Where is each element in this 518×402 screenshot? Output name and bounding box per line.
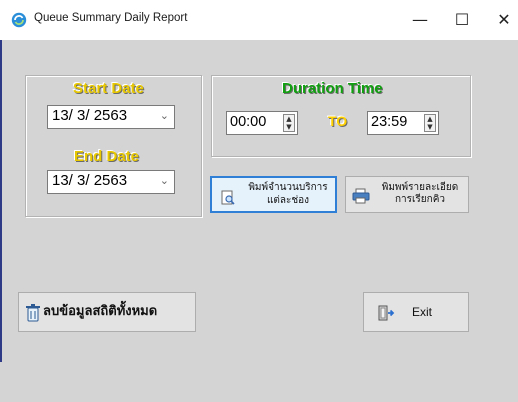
clear-all-statistics-button[interactable]: ลบข้อมูลสถิติทั้งหมด [18,292,196,332]
maximize-button[interactable]: ☐ [444,6,480,34]
end-date-label: End Date [74,148,140,165]
to-time-value: 23:59 [371,114,408,130]
window-left-border [0,40,2,362]
exit-label: Exit [412,305,433,319]
print-call-detail-button[interactable]: พิมพพ์รายละเอียด การเรียกคิว [345,176,469,213]
print-preview-icon [221,190,235,205]
spin-buttons[interactable]: ▲ ▼ [283,114,295,132]
print-call-detail-label-line1: พิมพพ์รายละเอียด [381,182,459,193]
printer-icon [352,188,370,204]
spin-down-icon[interactable]: ▼ [425,123,435,131]
window-title: Queue Summary Daily Report [34,12,188,24]
print-per-channel-label-line1: พิมพ์จำนวนบริการ [248,182,328,193]
spin-buttons[interactable]: ▲ ▼ [424,114,436,132]
chevron-down-icon[interactable]: ⌄ [160,174,169,187]
minimize-button[interactable]: — [402,6,438,34]
clear-all-statistics-label: ลบข้อมูลสถิติทั้งหมด [43,303,158,318]
to-time-spinner[interactable]: 23:59 ▲ ▼ [367,111,439,135]
refresh-circle-icon [11,12,27,28]
start-date-value: 13/ 3/ 2563 [52,107,128,124]
trash-icon [26,304,40,322]
close-button[interactable]: ✕ [486,6,518,34]
from-time-value: 00:00 [230,114,267,130]
spin-down-icon[interactable]: ▼ [284,123,294,131]
print-per-channel-label-line2: แต่ละช่อง [266,195,310,206]
exit-button[interactable]: Exit [363,292,469,332]
chevron-down-icon[interactable]: ⌄ [160,109,169,122]
start-date-label: Start Date [73,80,144,97]
from-time-spinner[interactable]: 00:00 ▲ ▼ [226,111,298,135]
spin-up-icon[interactable]: ▲ [425,115,435,123]
to-label: TO [328,113,348,129]
spin-up-icon[interactable]: ▲ [284,115,294,123]
end-date-value: 13/ 3/ 2563 [52,172,128,189]
exit-door-icon [378,305,395,321]
duration-time-label: Duration Time [282,80,383,97]
end-date-picker[interactable]: 13/ 3/ 2563 ⌄ [47,170,175,194]
print-per-channel-button[interactable]: พิมพ์จำนวนบริการ แต่ละช่อง [210,176,337,213]
start-date-picker[interactable]: 13/ 3/ 2563 ⌄ [47,105,175,129]
title-bar: Queue Summary Daily Report — ☐ ✕ [0,0,518,40]
print-call-detail-label-line2: การเรียกคิว [394,194,446,205]
